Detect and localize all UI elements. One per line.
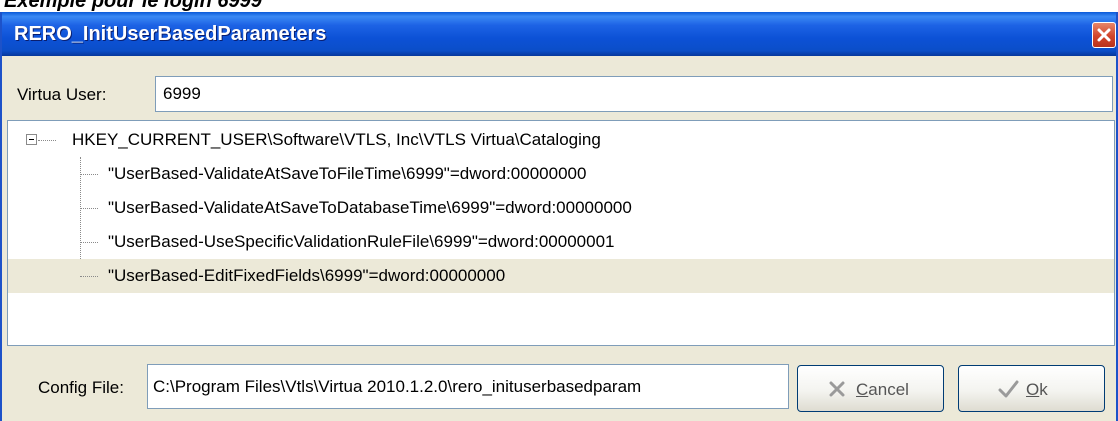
tree-connector <box>80 242 98 243</box>
tree-item-label: "UserBased-UseSpecificValidationRuleFile… <box>108 232 615 251</box>
collapse-toggle-icon[interactable] <box>26 134 37 145</box>
tree-item-selected[interactable]: "UserBased-EditFixedFields\6999"=dword:0… <box>8 259 1114 293</box>
cancel-button[interactable]: Cancel <box>797 365 944 412</box>
virtua-user-input[interactable] <box>155 76 1113 112</box>
tree-item[interactable]: "UserBased-ValidateAtSaveToDatabaseTime\… <box>8 191 1114 225</box>
title-bar[interactable]: RERO_InitUserBasedParameters <box>2 12 1116 56</box>
window-title: RERO_InitUserBasedParameters <box>14 23 327 45</box>
page-caption: Exemple pour le login 6999 <box>4 0 262 12</box>
tree-connector <box>80 174 98 175</box>
close-icon <box>1097 28 1111 42</box>
tree-item[interactable]: "UserBased-UseSpecificValidationRuleFile… <box>8 225 1114 259</box>
cancel-button-label: Cancel <box>856 380 909 399</box>
tree-item-label: "UserBased-ValidateAtSaveToFileTime\6999… <box>108 164 587 183</box>
ok-button[interactable]: Ok <box>958 365 1105 412</box>
tree-connector <box>38 140 56 141</box>
virtua-user-label: Virtua User: <box>17 85 107 104</box>
tree-connector <box>80 276 98 277</box>
tree-connector <box>80 208 98 209</box>
tree-root-node[interactable]: HKEY_CURRENT_USER\Software\VTLS, Inc\VTL… <box>8 123 1114 157</box>
close-button[interactable] <box>1092 22 1116 48</box>
checkmark-icon <box>998 380 1019 398</box>
tree-item-label: "UserBased-EditFixedFields\6999"=dword:0… <box>108 266 506 285</box>
cross-icon <box>829 381 845 397</box>
tree-item-label: "UserBased-ValidateAtSaveToDatabaseTime\… <box>108 198 632 217</box>
dialog-window: RERO_InitUserBasedParameters Virtua User… <box>0 12 1118 421</box>
registry-tree[interactable]: HKEY_CURRENT_USER\Software\VTLS, Inc\VTL… <box>7 120 1115 346</box>
tree-root-label: HKEY_CURRENT_USER\Software\VTLS, Inc\VTL… <box>72 130 601 149</box>
tree-item[interactable]: "UserBased-ValidateAtSaveToFileTime\6999… <box>8 157 1114 191</box>
config-file-input[interactable] <box>147 364 789 409</box>
config-file-label: Config File: <box>38 378 124 397</box>
ok-button-label: Ok <box>1026 380 1048 399</box>
